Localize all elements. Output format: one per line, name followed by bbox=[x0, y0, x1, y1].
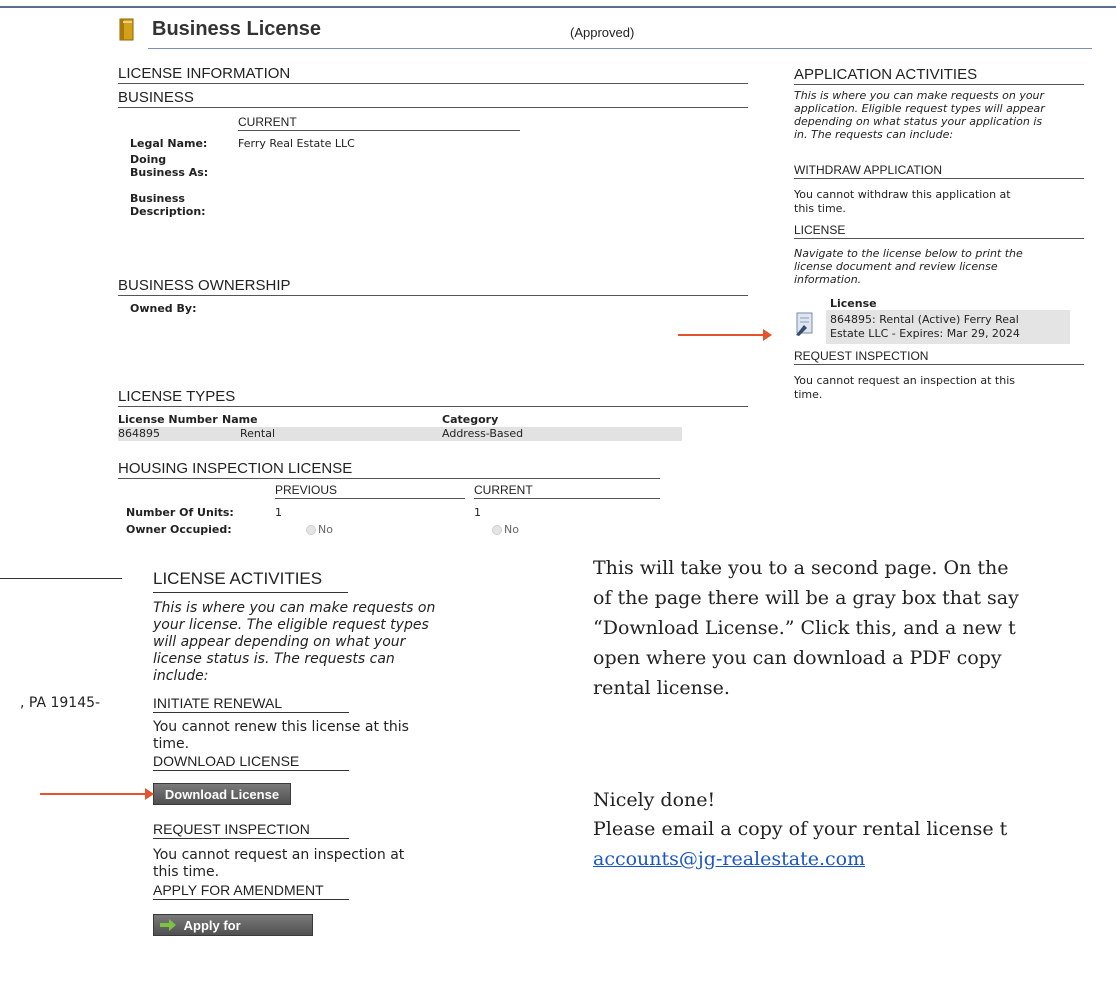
units-previous-value: 1 bbox=[275, 506, 282, 519]
business-current-column-header: CURRENT bbox=[238, 115, 520, 131]
email-link[interactable]: accounts@jg-realestate.com bbox=[593, 844, 865, 874]
description-label-line-1: Business bbox=[130, 192, 185, 205]
license-instructions-line-2: license document and review license bbox=[794, 260, 998, 273]
description-label-line-2: Description: bbox=[130, 205, 206, 218]
license-link-text-line-1: 864895: Rental (Active) Ferry Real bbox=[830, 313, 1019, 326]
request-inspection-heading-2: REQUEST INSPECTION bbox=[153, 821, 349, 839]
instruction-line-1: This will take you to a second page. On … bbox=[593, 557, 1009, 579]
license-name-cell: Rental bbox=[240, 427, 275, 440]
owner-occupied-current: No bbox=[492, 523, 519, 536]
instruction-line-5: rental license. bbox=[593, 677, 730, 699]
license-link-label: License bbox=[830, 297, 877, 310]
status-text: (Approved) bbox=[570, 25, 635, 40]
license-instructions-line-1: Navigate to the license below to print t… bbox=[794, 247, 1023, 260]
green-arrow-icon bbox=[160, 916, 176, 938]
housing-inspection-heading: HOUSING INSPECTION LICENSE bbox=[118, 460, 660, 479]
nicely-done-text: Nicely done! bbox=[593, 789, 716, 811]
email-instruction-text: Please email a copy of your rental licen… bbox=[593, 818, 1008, 840]
withdraw-text-line-2: this time. bbox=[794, 202, 846, 215]
address-fragment: , PA 19145- bbox=[20, 695, 101, 711]
owned-by-label: Owned By: bbox=[130, 302, 197, 315]
inspection-text-line-1: You cannot request an inspection at this bbox=[794, 374, 1015, 387]
top-border bbox=[0, 6, 1116, 8]
owner-occupied-previous: No bbox=[306, 523, 333, 536]
legal-name-label: Legal Name: bbox=[130, 137, 208, 150]
license-activities-intro-line-3: will appear depending on what your bbox=[153, 634, 406, 650]
dba-label-line-2: Business As: bbox=[130, 166, 209, 179]
license-types-heading: LICENSE TYPES bbox=[118, 388, 748, 407]
inspection-2-text-line-2: this time. bbox=[153, 864, 220, 880]
instruction-line-2: of the page there will be a gray box tha… bbox=[593, 587, 1019, 609]
license-activities-intro-line-5: include: bbox=[153, 668, 209, 684]
withdraw-application-heading: WITHDRAW APPLICATION bbox=[794, 163, 1084, 179]
license-link-text-line-2: Estate LLC - Expires: Mar 29, 2024 bbox=[830, 327, 1020, 340]
red-arrow-license bbox=[678, 334, 764, 336]
radio-icon[interactable] bbox=[492, 525, 502, 535]
application-intro-line-3: depending on what status your applicatio… bbox=[794, 115, 1043, 128]
business-ownership-heading: BUSINESS OWNERSHIP bbox=[118, 277, 748, 296]
apply-for-amendment-heading: APPLY FOR AMENDMENT bbox=[153, 882, 349, 900]
renewal-text-line-1: You cannot renew this license at this bbox=[153, 719, 409, 735]
table-row[interactable]: 864895 Rental Address-Based bbox=[118, 427, 682, 441]
apply-for-amendment-button[interactable]: Apply for Amendment bbox=[153, 914, 313, 956]
inspection-text-line-2: time. bbox=[794, 388, 823, 401]
dba-label-line-1: Doing bbox=[130, 153, 167, 166]
license-activities-intro-line-2: your license. The eligible request types bbox=[153, 617, 429, 633]
housing-previous-column-header: PREVIOUS bbox=[275, 483, 465, 499]
initiate-renewal-heading: INITIATE RENEWAL bbox=[153, 695, 349, 713]
business-heading: BUSINESS bbox=[118, 89, 748, 108]
license-name-column-header: Name bbox=[222, 413, 258, 426]
instruction-line-3: “Download License.” Click this, and a ne… bbox=[593, 617, 1016, 639]
license-link-item[interactable]: License 864895: Rental (Active) Ferry Re… bbox=[794, 297, 1070, 345]
inspection-2-text-line-1: You cannot request an inspection at bbox=[153, 847, 405, 863]
request-inspection-heading: REQUEST INSPECTION bbox=[794, 349, 1084, 365]
license-category-cell: Address-Based bbox=[442, 427, 524, 440]
page-title: Business License bbox=[152, 18, 321, 40]
license-number-cell: 864895 bbox=[118, 427, 160, 440]
header-underline bbox=[148, 48, 1092, 49]
number-of-units-label: Number Of Units: bbox=[126, 506, 234, 519]
radio-icon[interactable] bbox=[306, 525, 316, 535]
license-number-column-header: License Number bbox=[118, 413, 218, 426]
download-license-heading: DOWNLOAD LICENSE bbox=[153, 753, 349, 771]
license-section-heading: LICENSE bbox=[794, 223, 1084, 239]
application-intro-line-1: This is where you can make requests on y… bbox=[794, 89, 1045, 102]
withdraw-text-line-1: You cannot withdraw this application at bbox=[794, 188, 1011, 201]
owner-previous-label: No bbox=[318, 523, 333, 536]
renewal-text-line-2: time. bbox=[153, 736, 190, 752]
owner-current-label: No bbox=[504, 523, 519, 536]
cropped-divider-line bbox=[0, 578, 122, 579]
license-activities-intro-line-4: license status is. The requests can bbox=[153, 651, 395, 667]
legal-name-value: Ferry Real Estate LLC bbox=[238, 137, 355, 150]
license-activities-heading: LICENSE ACTIVITIES bbox=[153, 569, 348, 593]
download-license-button[interactable]: Download License bbox=[153, 783, 291, 805]
owner-occupied-label: Owner Occupied: bbox=[126, 523, 232, 536]
housing-current-column-header: CURRENT bbox=[474, 483, 660, 499]
license-document-icon bbox=[794, 311, 816, 337]
license-instructions-line-3: information. bbox=[794, 273, 862, 286]
license-book-icon bbox=[119, 18, 135, 42]
license-information-heading: LICENSE INFORMATION bbox=[118, 65, 748, 84]
license-category-column-header: Category bbox=[442, 413, 499, 426]
application-intro-line-2: application. Eligible request types will… bbox=[794, 102, 1045, 115]
instruction-line-4: open where you can download a PDF copy bbox=[593, 647, 1002, 669]
license-activities-intro-line-1: This is where you can make requests on bbox=[153, 600, 436, 616]
units-current-value: 1 bbox=[474, 506, 481, 519]
red-arrow-download bbox=[40, 793, 146, 795]
application-activities-heading: APPLICATION ACTIVITIES bbox=[794, 66, 1084, 85]
red-arrow-license-head bbox=[763, 329, 772, 341]
application-intro-line-4: in. The requests can include: bbox=[794, 128, 954, 141]
red-arrow-download-head bbox=[145, 788, 154, 800]
